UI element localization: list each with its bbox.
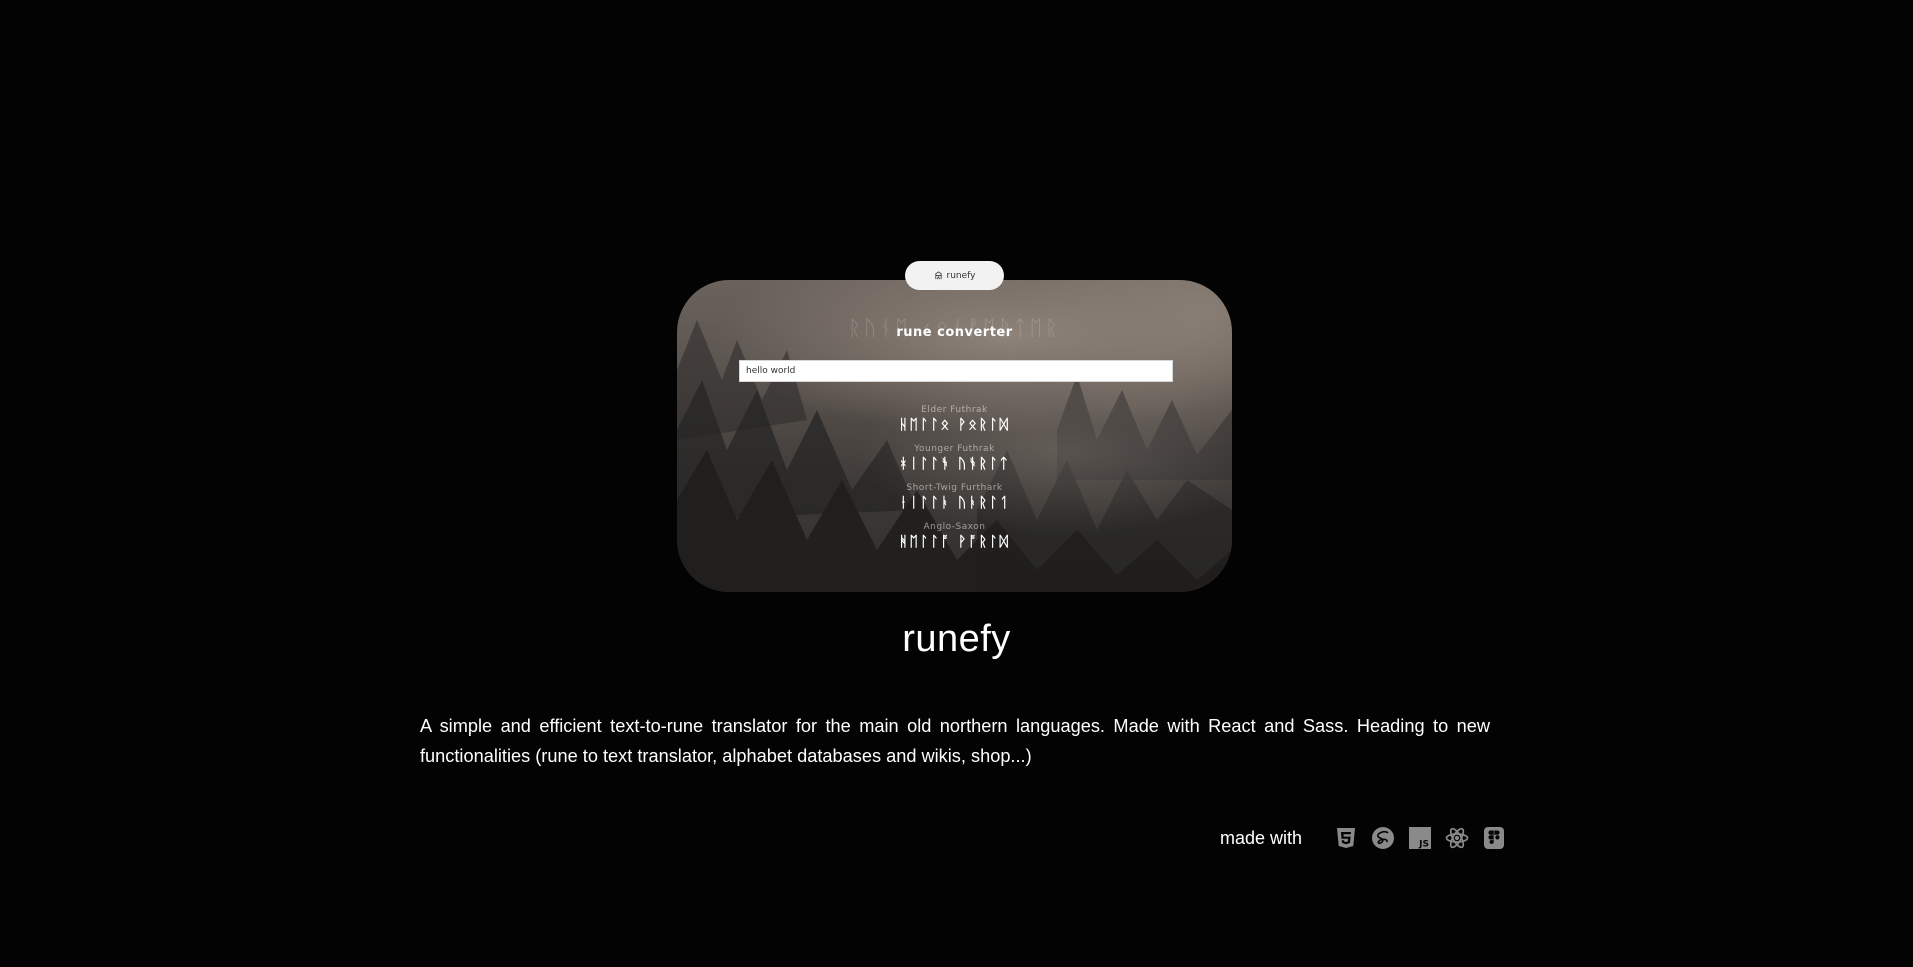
alphabet-runes: ᚻᛖᛚᛚᚩ ᚹᚩᚱᛚᛞ <box>899 534 1010 550</box>
alphabet-runes: ᚼᛁᛚᛚᚬ ᚢᚬᚱᛚᛏ <box>899 456 1010 472</box>
project-description: A simple and efficient text-to-rune tran… <box>420 716 1490 766</box>
alphabet-name: Younger Futhrak <box>914 444 995 454</box>
alphabet-name: Anglo-Saxon <box>923 522 986 532</box>
alphabet-name: Elder Futhrak <box>921 405 988 415</box>
svg-text:JS: JS <box>1418 840 1429 850</box>
sass-icon <box>1370 825 1396 851</box>
made-with-label: made with <box>1220 827 1303 848</box>
project-title: runefy <box>902 618 1011 660</box>
runefy-logo-icon <box>934 271 942 280</box>
alphabet-runes: ᚺᛖᛚᛚᛟ ᚹᛟᚱᛚᛞ <box>899 417 1010 433</box>
react-icon <box>1444 825 1470 851</box>
alphabet-elder-futhrak: Elder Futhrak ᚺᛖᛚᛚᛟ ᚹᛟᚱᛚᛞ <box>677 404 1232 434</box>
alphabet-short-twig: Short-Twig Furthark ᚽᛁᛚᛚᚭ ᚢᚭᚱᛚᛐ <box>677 482 1232 512</box>
converter-title: rune converter <box>896 325 1013 340</box>
project-badge[interactable]: runefy <box>905 261 1004 290</box>
project-page: runefy ᚱᚢᚾᛖ ᚲᛟᚾᚡᛖᚱᛏᛖᚱ rune converter Eld… <box>0 0 1913 967</box>
text-input[interactable] <box>739 360 1173 382</box>
alphabet-younger-futhrak: Younger Futhrak ᚼᛁᛚᛚᚬ ᚢᚬᚱᛚᛏ <box>677 443 1232 473</box>
javascript-icon: JS <box>1407 825 1433 851</box>
project-preview[interactable]: ᚱᚢᚾᛖ ᚲᛟᚾᚡᛖᚱᛏᛖᚱ rune converter Elder Futh… <box>677 280 1232 592</box>
made-with-row: made with JS <box>1220 823 1507 853</box>
alphabet-name: Short-Twig Furthark <box>906 483 1003 493</box>
alphabet-anglo-saxon: Anglo-Saxon ᚻᛖᛚᛚᚩ ᚹᚩᚱᛚᛞ <box>677 521 1232 551</box>
alphabet-runes: ᚽᛁᛚᛚᚭ ᚢᚭᚱᛚᛐ <box>899 495 1010 511</box>
project-badge-label: runefy <box>946 270 976 281</box>
figma-icon <box>1481 825 1507 851</box>
html5-icon <box>1333 825 1359 851</box>
